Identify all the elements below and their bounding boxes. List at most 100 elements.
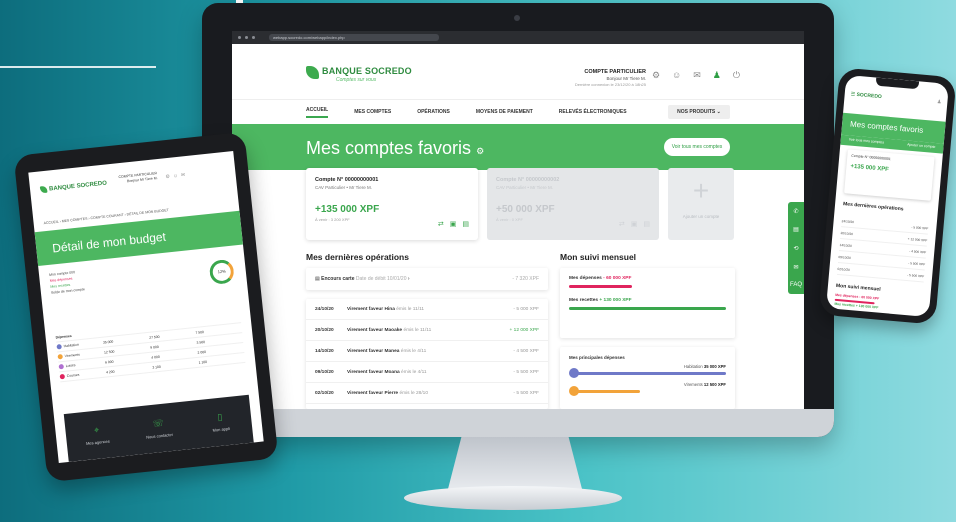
refresh-icon[interactable]: ⟲ [793,245,798,252]
account-number: Compte N° 00000000002 [496,177,560,183]
operation-label: Virement faveur Moana émis le 4/11 [347,370,513,375]
expense-label: Virements 12 500 XPF [684,382,726,387]
top-expenses[interactable]: Mes principales dépenses Habitation 35 0… [560,347,735,409]
operation-row[interactable]: 20/10/20 Virement faveur Maoake émis le 1… [306,320,548,341]
operation-date: 14/10/20 [315,348,334,354]
budget-ring: 12% [208,258,235,286]
operation-amount: - 5 000 XPF [513,306,539,312]
income-label: Mes recettes [569,298,599,303]
expense-category: Virements [683,382,703,387]
phone-icon[interactable]: ✆ [793,208,798,215]
browser-toolbar: webapp.socredo.com/webapp/index.php [232,31,804,44]
tablet-brand[interactable]: BANQUE SOCREDO [40,179,107,193]
tablet-quick-tiles: ⌖ Mes agences ☏ Nous contacter ▯ Mon appli [63,394,254,462]
account-owner: CAV Particulier • Mr Tiere M. [315,185,373,190]
products-button-label: NOS PRODUITS [677,109,716,115]
mail-icon[interactable]: ✉ [693,70,701,81]
operation-row[interactable]: 24/10/20 Virement faveur Hina émis le 11/… [306,299,548,320]
menu-icon[interactable]: ☰ [850,91,855,97]
transfer-icon[interactable]: ⇄ [619,220,625,228]
table-cell: 4 200 [105,369,115,375]
profile-icon[interactable]: ☺ [672,70,681,81]
phone-operations-title: Mes dernières opérations [842,201,904,213]
phone-monthly-title: Mon suivi mensuel [835,282,881,293]
monitor-base [404,486,622,510]
category-icon [58,363,65,370]
transfer-icon[interactable]: ⇄ [438,220,444,228]
expense-category: Habitation [683,364,703,369]
statement-icon[interactable]: ▤ [643,220,650,228]
tile-app[interactable]: ▯ Mon appli [195,409,247,434]
operation-detail: émis le 4/11 [401,369,427,375]
reload-icon[interactable] [252,36,255,39]
operation-row[interactable]: 14/10/20 Virement faveur Manea émis le 4/… [306,341,548,362]
faq-link[interactable]: FAQ [790,282,802,288]
operation-date: 02/10/20 [315,390,334,396]
operation-detail: émis le 11/11 [396,306,425,312]
phone-operation-amount: - 5 500 XPF [907,272,925,278]
side-quick-actions: ✆ ▤ ⟲ ✉ FAQ [788,202,804,294]
tile-label: Nous contacter [145,431,174,440]
operation-row[interactable]: 02/10/20 Virement faveur Pierre émis le 2… [306,383,548,404]
forward-icon[interactable] [245,36,248,39]
warning-icon [569,386,579,396]
phone-operation-amount: - 5 500 XPF [908,260,926,267]
monthly-summary[interactable]: Mes dépenses - 60 000 XPF Mes recettes +… [560,268,735,338]
notifications-icon[interactable]: ♟ [937,99,942,105]
document-icon[interactable]: ▤ [793,226,799,233]
phone-account-card[interactable]: Compte N° 00000000001 +135 000 XPF [844,149,935,200]
account-balance: +135 000 XPF [315,204,380,215]
account-card[interactable]: Compte N° 00000000001 CAV Particulier • … [306,168,478,240]
logout-icon[interactable]: ⏻ [733,70,740,81]
phone-operation-amount: + 12 000 XPF [907,236,928,243]
account-card[interactable]: Compte N° 00000000002 CAV Particulier • … [487,168,659,240]
tablet-page-title: Détail de mon budget [51,229,167,256]
add-account-card[interactable]: + Ajouter un compte [668,168,734,240]
message-icon[interactable]: ✉ [793,264,798,271]
nav-mes-comptes[interactable]: MES COMPTES [354,109,391,115]
operation-title: Virement faveur Manea [347,348,400,354]
phone-device: ☰ SOCREDO ♟ Mes comptes favoris Voir tou… [818,67,956,325]
phone-add-account-link[interactable]: Ajouter un compte [907,143,936,151]
settings-small-icon[interactable]: ⚙ [476,146,484,156]
budget-info-line: Mes recettes [50,282,71,289]
plus-icon: + [692,175,710,206]
operation-label: Virement faveur Hina émis le 11/11 [347,307,513,312]
all-accounts-button[interactable]: Voir tous mes comptes [664,138,730,156]
rib-icon[interactable]: ▣ [450,220,457,228]
url-bar[interactable]: webapp.socredo.com/webapp/index.php [269,34,439,41]
back-icon[interactable] [238,36,241,39]
desktop-monitor: webapp.socredo.com/webapp/index.php BANQ… [202,3,834,437]
expense-value: 12 500 XPF [703,382,726,387]
statement-icon[interactable]: ▤ [462,220,469,228]
income-line: Mes recettes + 130 000 XPF [569,298,726,303]
operation-date: 09/10/20 [315,369,334,375]
settings-icon[interactable]: ⚙ [652,70,660,81]
page-title: Mes comptes favoris ⚙ [306,138,484,159]
category-label: Virements [64,352,81,359]
brand-name[interactable]: BANQUE SOCREDO [322,66,412,76]
chevron-right-icon: › [407,276,410,282]
phone-all-accounts-link[interactable]: Voir tous mes comptes [848,137,885,146]
phone-brand[interactable]: SOCREDO [856,92,882,100]
notifications-icon[interactable]: ♟ [713,70,721,81]
expense-bar [574,372,726,375]
nav-operations[interactable]: OPÉRATIONS [417,109,450,115]
card-outstanding[interactable]: ▤ Encours carte Date de débit 10/01/20 ›… [306,268,548,290]
nav-releves[interactable]: RELEVÉS ÉLECTRONIQUES [559,109,627,115]
operation-row[interactable]: 09/10/20 Virement faveur Moana émis le 4/… [306,362,548,383]
nav-accueil[interactable]: ACCUEIL [306,107,329,118]
brand-logo-icon[interactable] [306,66,319,79]
mail-icon[interactable]: ✉ [181,172,189,179]
table-cell: 1 100 [198,359,208,365]
page-title-text: Mes comptes favoris [306,138,472,158]
tile-agencies[interactable]: ⌖ Mes agences [71,422,123,447]
table-cell: 3 100 [152,364,161,370]
products-button[interactable]: NOS PRODUITS ⌄ [668,105,730,119]
operations-title: Mes dernières opérations [306,252,409,262]
nav-moyens-paiement[interactable]: MOYENS DE PAIEMENT [476,109,533,115]
rib-icon[interactable]: ▣ [631,220,638,228]
category-icon [57,353,63,360]
tile-contact[interactable]: ☏ Nous contacter [133,416,185,441]
expenses-line: Mes dépenses - 60 000 XPF [569,276,726,281]
